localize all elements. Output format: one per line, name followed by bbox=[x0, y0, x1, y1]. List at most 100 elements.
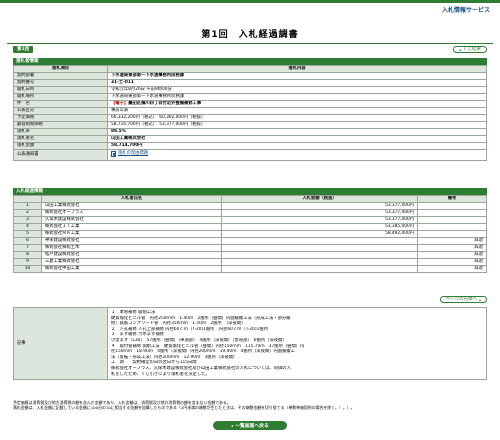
bid-note bbox=[417, 209, 487, 217]
bid-note bbox=[417, 230, 487, 238]
info-label: 開札場所 bbox=[13, 93, 108, 101]
info-label: 落札率 bbox=[13, 128, 108, 136]
info-value: 下水道局東部第一下水道事務所庶務課 bbox=[107, 72, 487, 80]
top-stripe bbox=[0, 0, 500, 3]
service-link[interactable]: 入札情報サービス bbox=[442, 5, 490, 14]
info-label: 公表区分 bbox=[13, 107, 108, 115]
bid-note: 辞退 bbox=[417, 265, 487, 273]
table-row: 4 株式会社ＩＴ工業 53,385,000円 bbox=[13, 223, 487, 231]
bidder-name: 久保木建設株式会社 bbox=[41, 216, 222, 224]
info-value: 事前公表 bbox=[107, 107, 487, 115]
table-row: 6 神栄建設株式会社 辞退 bbox=[13, 237, 487, 245]
bid-note: 辞退 bbox=[417, 251, 487, 259]
info-label: 落札者名 bbox=[13, 135, 108, 143]
info-label: 落札金額 bbox=[13, 142, 108, 150]
info-label: 契約番号 bbox=[13, 79, 108, 87]
row-number: 5 bbox=[13, 230, 42, 238]
info-value: 58,714,700円 bbox=[107, 142, 487, 150]
bid-section-heading: 入札経過情報 bbox=[13, 188, 487, 195]
info-label: 予定価格 bbox=[13, 114, 108, 122]
row-number: 9 bbox=[13, 258, 42, 266]
bid-amount bbox=[221, 265, 418, 273]
info-label: 契約部署 bbox=[13, 72, 108, 80]
bidder-name: 株式会社ＩＴ工業 bbox=[41, 223, 222, 231]
table-row: 5 株式会社ＭＫ工業 58,492,000円 bbox=[13, 230, 487, 238]
info-value: 令和元年8月26日 午前9時00分 bbox=[107, 86, 487, 94]
electronic-tag: 【電子】 bbox=[111, 101, 129, 107]
info-label: 件 名 bbox=[13, 100, 108, 108]
table-row: 8 松戸建設株式会社 辞退 bbox=[13, 251, 487, 259]
info-value: 山田工業株式会社 bbox=[107, 135, 487, 143]
info-value: 58,714,700円（税込） 53,377,000円（税抜） bbox=[107, 121, 487, 129]
top-bar: 入札情報サービス bbox=[0, 0, 500, 22]
table-row: 7 株式会社株松土木 辞退 bbox=[13, 244, 487, 252]
winner-section-heading: 落札者情報 bbox=[13, 58, 487, 65]
bid-note: 辞退 bbox=[417, 258, 487, 266]
page-top-button[interactable]: ページの先頭へ bbox=[439, 296, 487, 303]
bidder-name: 株式会社中田工業 bbox=[41, 265, 222, 273]
bid-note: 辞退 bbox=[417, 237, 487, 245]
back-to-list-label: 一覧画面へ戻る bbox=[235, 424, 269, 429]
page-top-label: ページの先頭へ bbox=[445, 297, 477, 302]
bidder-name: 株式会社オープラス bbox=[41, 209, 222, 217]
info-value: 31-土-011 bbox=[107, 79, 487, 87]
table-row: 3 久保木建設株式会社 53,377,000円 bbox=[13, 216, 487, 224]
bid-amount: 53,377,000円 bbox=[221, 202, 418, 210]
footnotes: 予定価格は消費税及び地方消費税の額を含んだ金額であり、入札金額は、消費税及び地方… bbox=[13, 400, 489, 410]
remarks-label: 記事 bbox=[13, 306, 108, 381]
table-row: 9 三倉工業株式会社 辞退 bbox=[13, 258, 487, 266]
arrow-left-icon bbox=[459, 48, 461, 51]
notice-document-link[interactable]: 落札の理由標題 bbox=[111, 150, 149, 157]
bid-amount bbox=[221, 244, 418, 252]
notice-label: 公表通知書 bbox=[13, 149, 108, 161]
row-number: 2 bbox=[13, 209, 42, 217]
title-divider bbox=[7, 43, 493, 44]
info-value: 下水道局東部第一下水道事務所庶務課 bbox=[107, 93, 487, 101]
info-label: 最低制限価格 bbox=[13, 121, 108, 129]
bid-note: 辞退 bbox=[417, 244, 487, 252]
info-value: 【電子】墨田区横川四丁目付近外整備補修工事 bbox=[107, 100, 487, 108]
bid-table: 入札者氏名 入札金額（税抜） 備考 1 山田工業株式会社 53,377,000円 2… bbox=[13, 195, 487, 273]
bidder-name: 株式会社ＭＫ工業 bbox=[41, 230, 222, 238]
table-row: 10 株式会社中田工業 辞退 bbox=[13, 265, 487, 273]
row-number: 10 bbox=[13, 265, 42, 273]
bid-note bbox=[417, 202, 487, 210]
col-content-header: 落札内容 bbox=[107, 65, 487, 73]
bidder-name: 松戸建設株式会社 bbox=[41, 251, 222, 259]
bid-note bbox=[417, 216, 487, 224]
col-item-header: 落札項目 bbox=[13, 65, 108, 73]
bid-amount: 53,377,000円 bbox=[221, 209, 418, 217]
info-value: 66,332,200円（税込） 60,302,000円（税抜） bbox=[107, 114, 487, 122]
col-note-header: 備考 bbox=[417, 195, 487, 203]
remarks-line: 札をしたため、くじ引きにより落札者を決定した。 bbox=[111, 371, 210, 377]
bidder-name: 三倉工業株式会社 bbox=[41, 258, 222, 266]
row-number: 7 bbox=[13, 244, 42, 252]
footnote: 落札金額は、入札金額に記載している金額に100分の10に相当する金額を加算したも… bbox=[13, 405, 355, 411]
col-no-header bbox=[13, 195, 42, 203]
document-icon bbox=[111, 150, 116, 157]
bid-amount: 58,492,000円 bbox=[221, 230, 418, 238]
notice-cell: 落札の理由標題 bbox=[107, 149, 487, 161]
lottery-result-label: くじ結果 bbox=[463, 47, 481, 52]
col-company-header: 入札者氏名 bbox=[41, 195, 222, 203]
row-number: 4 bbox=[13, 223, 42, 231]
back-to-list-button[interactable]: 一覧画面へ戻る bbox=[213, 421, 287, 430]
row-number: 1 bbox=[13, 202, 42, 210]
bid-amount: 53,385,000円 bbox=[221, 223, 418, 231]
bidder-name: 神栄建設株式会社 bbox=[41, 237, 222, 245]
winner-info-table: 落札項目 落札内容 契約部署 下水道局東部第一下水道事務所庶務課 契約番号 31-土… bbox=[13, 65, 487, 161]
bid-note bbox=[417, 223, 487, 231]
bid-amount bbox=[221, 258, 418, 266]
notice-link-text: 落札の理由標題 bbox=[118, 150, 149, 156]
table-row: 1 山田工業株式会社 53,377,000円 bbox=[13, 202, 487, 210]
page-title: 第1回 入札経過調書 bbox=[201, 30, 299, 40]
bid-amount bbox=[221, 251, 418, 259]
bid-amount bbox=[221, 237, 418, 245]
lottery-result-button[interactable]: くじ結果 bbox=[453, 46, 487, 53]
bidder-name: 株式会社株松土木 bbox=[41, 244, 222, 252]
info-label: 開札日時 bbox=[13, 86, 108, 94]
row-number: 8 bbox=[13, 251, 42, 259]
bid-amount: 53,377,000円 bbox=[221, 216, 418, 224]
arrow-left-icon bbox=[231, 424, 234, 427]
table-row: 2 株式会社オープラス 53,377,000円 bbox=[13, 209, 487, 217]
